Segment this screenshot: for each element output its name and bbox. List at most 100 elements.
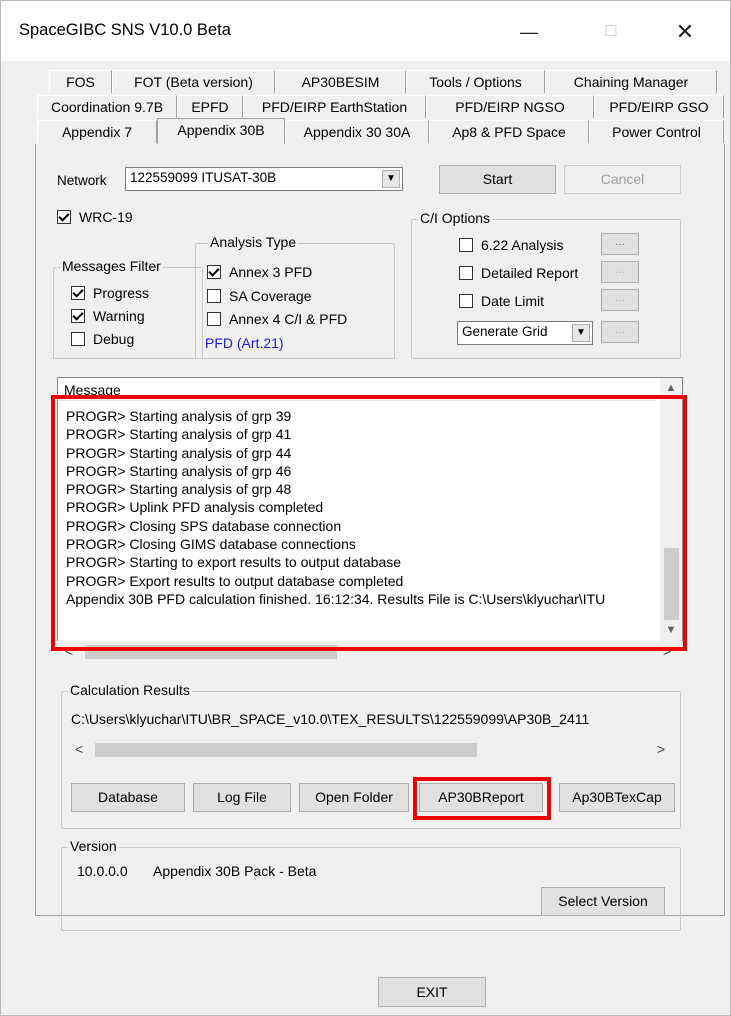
pfd-art21-link[interactable]: PFD (Art.21) (205, 335, 284, 351)
tab-tools-options[interactable]: Tools / Options (406, 70, 545, 93)
scroll-right-icon[interactable]: > (663, 643, 671, 659)
date-limit-options-button[interactable]: ... (601, 289, 639, 311)
exit-button[interactable]: EXIT (378, 977, 486, 1007)
message-lines: PROGR> Starting analysis of grp 39 PROGR… (66, 408, 605, 609)
scroll-left-icon[interactable]: < (65, 643, 73, 659)
message-column-header[interactable]: Message (58, 378, 656, 401)
message-vertical-scrollbar[interactable]: ▲ ▼ (660, 378, 682, 641)
tab-ap30besim[interactable]: AP30BESIM (275, 70, 406, 93)
version-number: 10.0.0.0 (77, 863, 128, 879)
detailed-report-options-button[interactable]: ... (601, 261, 639, 283)
message-header-label: Message (64, 382, 121, 398)
annex4-ci-pfd-label: Annex 4 C/I & PFD (229, 311, 348, 327)
filter-warning-label: Warning (93, 308, 145, 324)
annex3-pfd-label: Annex 3 PFD (229, 264, 313, 280)
cancel-button[interactable]: Cancel (564, 165, 681, 194)
wrc19-checkbox[interactable]: WRC-19 (57, 209, 133, 225)
network-select[interactable]: 122559099 ITUSAT-30B ▼ (125, 167, 403, 191)
checkbox-checked-icon[interactable] (71, 286, 85, 300)
checkbox-unchecked-icon[interactable] (207, 312, 221, 326)
checkbox-unchecked-icon[interactable] (459, 266, 473, 280)
results-horizontal-scrollbar[interactable]: < > (69, 739, 675, 761)
grid-options-button[interactable]: ... (601, 321, 639, 343)
tab-fot[interactable]: FOT (Beta version) (112, 70, 275, 93)
tab-appendix-30-30a[interactable]: Appendix 30 30A (285, 120, 429, 143)
wrc19-label: WRC-19 (79, 209, 133, 225)
database-button[interactable]: Database (71, 783, 185, 812)
maximize-icon[interactable]: ☐ (591, 15, 631, 49)
window-title: SpaceGIBC SNS V10.0 Beta (19, 21, 231, 39)
generate-grid-value: Generate Grid (462, 324, 548, 339)
scroll-thumb[interactable] (95, 743, 477, 757)
scroll-down-icon[interactable]: ▼ (660, 624, 682, 636)
checkbox-unchecked-icon[interactable] (459, 238, 473, 252)
message-line[interactable]: PROGR> Uplink PFD analysis completed (66, 499, 605, 517)
detailed-report-checkbox[interactable]: Detailed Report (459, 265, 578, 281)
network-value: 122559099 ITUSAT-30B (130, 170, 277, 185)
scroll-left-icon[interactable]: < (75, 741, 83, 757)
analysis-type-title: Analysis Type (208, 234, 299, 250)
results-path: C:\Users\klyuchar\ITU\BR_SPACE_v10.0\TEX… (71, 711, 590, 727)
minimize-icon[interactable]: — (509, 15, 549, 49)
filter-debug-checkbox[interactable]: Debug (71, 331, 134, 347)
message-line[interactable]: PROGR> Closing GIMS database connections (66, 536, 605, 554)
message-line[interactable]: PROGR> Starting analysis of grp 46 (66, 463, 605, 481)
checkbox-checked-icon[interactable] (207, 265, 221, 279)
close-icon[interactable]: ✕ (665, 15, 705, 49)
ap30b-texcap-button[interactable]: Ap30BTexCap (559, 783, 675, 812)
checkbox-checked-icon[interactable] (71, 309, 85, 323)
ci-options-title: C/I Options (418, 210, 493, 226)
version-title: Version (68, 838, 119, 854)
message-line[interactable]: PROGR> Starting analysis of grp 41 (66, 426, 605, 444)
checkbox-unchecked-icon[interactable] (207, 289, 221, 303)
message-line[interactable]: Appendix 30B PFD calculation finished. 1… (66, 591, 605, 609)
message-line[interactable]: PROGR> Starting to export results to out… (66, 554, 605, 572)
generate-grid-select[interactable]: Generate Grid ▼ (457, 321, 593, 345)
scroll-right-icon[interactable]: > (657, 741, 665, 757)
message-line[interactable]: PROGR> Starting analysis of grp 48 (66, 481, 605, 499)
analysis-622-checkbox[interactable]: 6.22 Analysis (459, 237, 564, 253)
message-list[interactable]: Message PROGR> Starting analysis of grp … (57, 377, 683, 642)
message-horizontal-scrollbar[interactable]: < > (57, 641, 683, 663)
tab-pfd-eirp-ngso[interactable]: PFD/EIRP NGSO (426, 95, 594, 118)
tab-appendix-30b[interactable]: Appendix 30B (157, 118, 285, 144)
messages-filter-title: Messages Filter (60, 258, 163, 274)
filter-debug-label: Debug (93, 331, 135, 347)
analysis-622-label: 6.22 Analysis (481, 237, 564, 253)
tab-epfd[interactable]: EPFD (177, 95, 243, 118)
tab-fos[interactable]: FOS (49, 70, 112, 93)
message-line[interactable]: PROGR> Export results to output database… (66, 573, 605, 591)
sa-coverage-checkbox[interactable]: SA Coverage (207, 288, 312, 304)
message-line[interactable]: PROGR> Starting analysis of grp 39 (66, 408, 605, 426)
scroll-thumb[interactable] (664, 548, 679, 620)
scroll-thumb[interactable] (85, 645, 337, 659)
date-limit-checkbox[interactable]: Date Limit (459, 293, 544, 309)
tab-power-control[interactable]: Power Control (589, 120, 724, 143)
message-line[interactable]: PROGR> Starting analysis of grp 44 (66, 445, 605, 463)
message-line[interactable]: PROGR> Closing SPS database connection (66, 518, 605, 536)
ap30b-report-button[interactable]: AP30BReport (419, 783, 543, 812)
checkbox-unchecked-icon[interactable] (459, 294, 473, 308)
chevron-down-icon[interactable]: ▼ (382, 170, 400, 188)
chevron-down-icon[interactable]: ▼ (572, 324, 590, 342)
start-button[interactable]: Start (439, 165, 556, 194)
network-label: Network (57, 173, 107, 188)
tab-appendix-7[interactable]: Appendix 7 (37, 120, 157, 143)
tab-pfd-eirp-gso[interactable]: PFD/EIRP GSO (594, 95, 724, 118)
select-version-button[interactable]: Select Version (541, 887, 665, 916)
filter-progress-checkbox[interactable]: Progress (71, 285, 149, 301)
annex3-pfd-checkbox[interactable]: Annex 3 PFD (207, 264, 312, 280)
tab-coordination[interactable]: Coordination 9.7B (37, 95, 177, 118)
date-limit-label: Date Limit (481, 293, 545, 309)
checkbox-checked-icon[interactable] (57, 210, 71, 224)
tab-ap8-pfd-space[interactable]: Ap8 & PFD Space (429, 120, 589, 143)
checkbox-unchecked-icon[interactable] (71, 332, 85, 346)
analysis-622-options-button[interactable]: ... (601, 233, 639, 255)
annex4-ci-pfd-checkbox[interactable]: Annex 4 C/I & PFD (207, 311, 347, 327)
open-folder-button[interactable]: Open Folder (299, 783, 409, 812)
scroll-up-icon[interactable]: ▲ (660, 382, 682, 394)
tab-chaining-manager[interactable]: Chaining Manager (545, 70, 717, 93)
filter-warning-checkbox[interactable]: Warning (71, 308, 145, 324)
tab-pfd-eirp-earthstation[interactable]: PFD/EIRP EarthStation (243, 95, 426, 118)
log-file-button[interactable]: Log File (193, 783, 291, 812)
